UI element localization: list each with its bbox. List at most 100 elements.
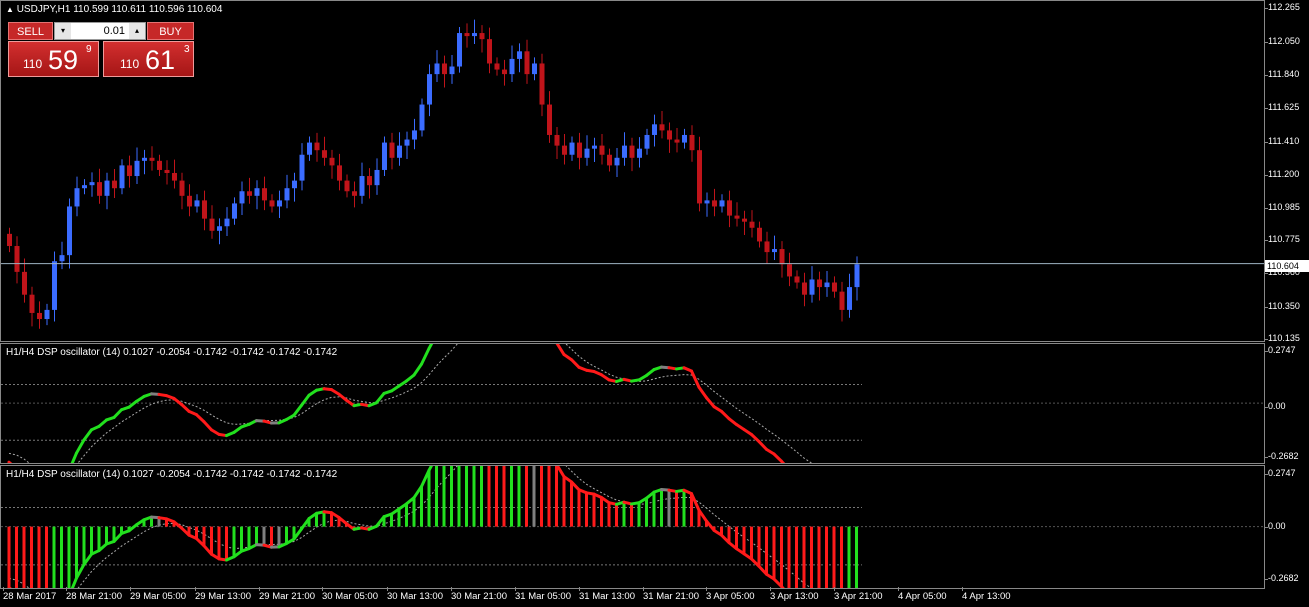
candle-body	[644, 134, 650, 149]
candle-body	[757, 227, 762, 242]
symbol-timeframe: USDJPY,H1	[16, 4, 71, 15]
price-scale-label: 111.410	[1264, 136, 1300, 146]
oscillator-segment	[375, 391, 386, 405]
candle-body	[82, 185, 87, 189]
histogram-bar	[652, 492, 656, 527]
histogram-bar	[397, 509, 401, 527]
candle-body	[397, 145, 402, 158]
indicator2-zero-label: 0.00	[1265, 521, 1286, 531]
price-scale[interactable]: 112.265 112.050 111.840 111.625 111.410 111.2…	[1264, 0, 1309, 343]
lot-decrease-icon[interactable]: ▾	[55, 23, 71, 39]
histogram-bar	[322, 511, 326, 527]
time-axis-label: 3 Apr 05:00	[706, 587, 755, 602]
oscillator-segment	[780, 459, 786, 463]
price-chart-pane[interactable]: ▲ USDJPY,H1 110.599 110.611 110.596 110.…	[0, 0, 1265, 342]
price-scale-label: 110.775	[1265, 234, 1300, 244]
oscillator-segment	[112, 408, 123, 419]
histogram-bar	[682, 490, 686, 527]
candle-body	[637, 148, 642, 158]
buy-button[interactable]: BUY	[147, 22, 194, 40]
chart-header: ▲ USDJPY,H1 110.599 110.611 110.596 110.…	[6, 4, 222, 15]
candle-body	[247, 191, 252, 196]
candle-body	[652, 124, 657, 135]
histogram-bar	[225, 526, 228, 561]
histogram-bar	[495, 466, 498, 527]
histogram-bar	[67, 526, 71, 588]
candle-body	[487, 39, 492, 64]
candle-body	[337, 165, 342, 181]
histogram-bar	[540, 466, 543, 527]
candle-body	[284, 188, 290, 201]
oscillator-segment	[292, 403, 303, 417]
candle-body	[494, 63, 500, 70]
sell-button[interactable]: SELL	[8, 22, 53, 40]
candle-body	[59, 255, 65, 262]
candle-body	[787, 264, 792, 277]
candle-body	[689, 134, 695, 151]
candle-body	[682, 134, 687, 143]
candle-body	[442, 63, 447, 75]
candle-body	[584, 148, 590, 158]
histogram-bar	[645, 498, 648, 527]
histogram-bar	[22, 526, 26, 588]
histogram-bar	[577, 489, 581, 527]
ohlc-values: 110.599 110.611 110.596 110.604	[73, 4, 223, 15]
candle-body	[569, 142, 575, 155]
oscillator-segment	[570, 358, 581, 369]
oscillator-line-chart	[1, 344, 1264, 463]
candle-body	[89, 182, 95, 186]
candle-body	[847, 287, 852, 310]
candle-body	[697, 150, 702, 204]
histogram-bar	[405, 503, 408, 527]
price-scale-label: 111.625	[1264, 102, 1300, 112]
price-scale-label: 112.265	[1265, 2, 1300, 12]
lot-increase-icon[interactable]: ▴	[129, 23, 145, 39]
lot-size-input[interactable]	[71, 23, 129, 39]
candle-body	[704, 200, 710, 204]
candle-body	[509, 58, 515, 75]
histogram-bar	[555, 466, 558, 527]
candle-body	[119, 165, 125, 189]
histogram-bar	[607, 502, 611, 527]
candle-body	[562, 145, 567, 155]
candle-body	[224, 218, 230, 227]
candle-body	[269, 200, 275, 207]
oscillator-line-pane[interactable]: H1/H4 DSP oscillator (14) 0.1027 -0.2054…	[0, 343, 1265, 464]
candle-body	[277, 200, 282, 207]
histogram-bar	[832, 526, 836, 588]
candle-body	[472, 33, 477, 37]
candle-body	[292, 180, 297, 189]
histogram-bar	[465, 466, 468, 527]
oscillator-segment	[75, 438, 86, 455]
time-axis-label: 31 Mar 05:00	[515, 587, 571, 602]
histogram-bar	[240, 526, 243, 552]
candle-body	[322, 150, 327, 158]
candle-body	[712, 200, 717, 207]
time-axis[interactable]: 28 Mar 2017 28 Mar 21:00 29 Mar 05:00 29 Ma…	[0, 587, 1265, 607]
candle-body	[134, 160, 140, 177]
time-axis-label: 30 Mar 05:00	[322, 587, 378, 602]
time-axis-label: 29 Mar 05:00	[130, 587, 186, 602]
histogram-bar	[7, 526, 11, 588]
oscillator-histogram-pane[interactable]: H1/H4 DSP oscillator (14) 0.1027 -0.2054…	[0, 465, 1265, 589]
histogram-bar	[570, 481, 573, 527]
indicator2-scale: 0.2747 0.00 -0.2682	[1265, 465, 1309, 589]
buy-quote[interactable]: 110 61 3	[103, 41, 194, 77]
histogram-bar	[457, 466, 461, 527]
oscillator-segment	[82, 428, 93, 442]
candle-body	[179, 180, 185, 196]
histogram-bar	[262, 526, 266, 546]
histogram-bar	[825, 526, 828, 588]
histogram-bar	[622, 502, 626, 527]
candle-body	[809, 279, 815, 295]
candle-body	[794, 276, 800, 283]
histogram-bar	[37, 526, 41, 588]
sell-quote[interactable]: 110 59 9	[8, 41, 99, 77]
histogram-bar	[802, 526, 806, 588]
candle-body	[674, 139, 680, 143]
collapse-triangle-icon[interactable]: ▲	[6, 5, 14, 14]
candle-body	[854, 264, 860, 288]
candle-body	[824, 282, 830, 288]
histogram-bar	[60, 526, 63, 588]
time-axis-label: 3 Apr 13:00	[770, 587, 819, 602]
